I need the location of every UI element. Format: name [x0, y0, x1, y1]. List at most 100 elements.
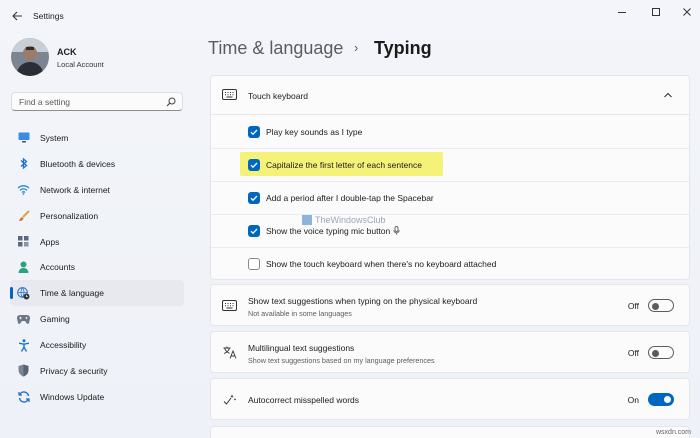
checkmark-icon	[250, 228, 258, 235]
monitor-icon	[17, 131, 30, 144]
keyboard-icon	[222, 89, 237, 100]
checkbox[interactable]	[248, 159, 260, 171]
minimize-button[interactable]	[611, 4, 633, 20]
option-capitalize-first-letter[interactable]: Capitalize the first letter of each sent…	[211, 149, 689, 182]
settings-window: Settings ACK Local Account Find a settin…	[0, 0, 700, 438]
sidebar-item-label: Gaming	[40, 314, 70, 325]
window-title: Settings	[33, 11, 64, 21]
checkmark-icon	[250, 129, 258, 136]
option-label: Show the touch keyboard when there's no …	[266, 259, 497, 269]
profile-name: ACK	[57, 47, 77, 57]
sidebar-item-label: Apps	[40, 236, 60, 247]
toggle-state-label: Off	[627, 301, 639, 311]
option-label: Add a period after I double-tap the Spac…	[266, 193, 434, 203]
checkbox[interactable]	[248, 258, 260, 270]
row-title: Show text suggestions when typing on the…	[248, 296, 478, 306]
checkbox[interactable]	[248, 126, 260, 138]
sidebar-item-time-language[interactable]: Time & language	[10, 280, 184, 307]
breadcrumb-parent[interactable]: Time & language	[208, 38, 343, 59]
page-title: Typing	[374, 38, 432, 58]
close-button[interactable]	[676, 4, 698, 20]
profile-photo-icon	[11, 38, 49, 76]
checkmark-icon	[250, 162, 258, 169]
avatar[interactable]	[11, 38, 49, 76]
spellcheck-icon	[222, 393, 237, 406]
watermark-text: TheWindowsClub	[315, 215, 386, 225]
keyboard-icon	[222, 299, 237, 312]
maximize-button[interactable]	[645, 4, 667, 20]
multilingual-toggle[interactable]	[648, 346, 674, 359]
toggle-knob	[652, 349, 659, 357]
sidebar-item-label: Accessibility	[40, 340, 87, 351]
checkmark-icon	[250, 195, 258, 202]
update-icon	[17, 390, 30, 403]
sidebar-item-label: Network & internet	[40, 184, 110, 195]
active-indicator	[10, 287, 13, 300]
back-button[interactable]	[8, 7, 26, 25]
sidebar-item-label: Bluetooth & devices	[40, 158, 116, 169]
autocorrect-toggle[interactable]	[648, 393, 674, 406]
checkbox[interactable]	[248, 225, 260, 237]
site-watermark: wsxdn.com	[656, 429, 692, 436]
sidebar-item-label: System	[40, 132, 69, 143]
row-subtitle: Not available in some languages	[248, 309, 352, 318]
shield-icon	[17, 364, 30, 377]
sidebar-item-label: Accounts	[40, 262, 75, 273]
sidebar-item-apps[interactable]: Apps	[10, 229, 184, 255]
text-suggestions-row: Show text suggestions when typing on the…	[210, 284, 690, 326]
toggle-state-label: On	[627, 395, 639, 405]
next-setting-card	[210, 426, 690, 438]
sidebar-item-accounts[interactable]: Accounts	[10, 254, 184, 280]
sidebar-item-privacy[interactable]: Privacy & security	[10, 358, 184, 384]
arrow-left-icon	[11, 11, 22, 21]
touch-keyboard-title: Touch keyboard	[248, 91, 309, 101]
sidebar-item-label: Privacy & security	[40, 365, 108, 376]
apps-icon	[17, 235, 30, 248]
option-add-period[interactable]: Add a period after I double-tap the Spac…	[211, 182, 689, 215]
touch-keyboard-header[interactable]: Touch keyboard	[211, 76, 689, 115]
person-icon	[17, 261, 30, 274]
toggle-state-label: Off	[627, 348, 639, 358]
row-subtitle: Show text suggestions based on my langua…	[248, 356, 435, 365]
option-show-touch-keyboard[interactable]: Show the touch keyboard when there's no …	[211, 248, 689, 281]
sidebar-item-network[interactable]: Network & internet	[10, 177, 184, 203]
search-icon	[166, 97, 176, 107]
option-play-key-sounds[interactable]: Play key sounds as I type	[211, 116, 689, 149]
translate-icon	[222, 346, 237, 359]
sidebar-item-accessibility[interactable]: Accessibility	[10, 332, 184, 358]
sidebar-item-label: Windows Update	[40, 391, 105, 402]
text-suggestions-toggle[interactable]	[648, 299, 674, 312]
sidebar-item-gaming[interactable]: Gaming	[10, 306, 184, 332]
brush-icon	[17, 209, 30, 222]
title-bar: Settings	[0, 0, 700, 30]
option-voice-typing-mic[interactable]: Show the voice typing mic button	[211, 215, 689, 248]
search-input[interactable]: Find a setting	[11, 92, 183, 111]
option-label: Capitalize the first letter of each sent…	[266, 160, 422, 170]
sidebar-item-system[interactable]: System	[10, 125, 184, 151]
sidebar-item-windows-update[interactable]: Windows Update	[10, 384, 184, 410]
microphone-icon	[393, 226, 400, 235]
row-title: Multilingual text suggestions	[248, 343, 355, 353]
sidebar-item-bluetooth[interactable]: Bluetooth & devices	[10, 151, 184, 177]
globe-clock-icon	[17, 286, 30, 300]
bluetooth-icon	[17, 157, 30, 170]
sidebar-nav: System Bluetooth & devices Network & int…	[10, 125, 184, 410]
checkbox[interactable]	[248, 192, 260, 204]
close-icon	[683, 8, 691, 16]
wifi-icon	[17, 183, 30, 196]
option-label-text: Show the voice typing mic button	[266, 226, 391, 236]
maximize-icon	[652, 8, 660, 16]
sidebar-item-label: Time & language	[40, 288, 104, 299]
multilingual-suggestions-row: Multilingual text suggestions Show text …	[210, 331, 690, 373]
sidebar-item-personalization[interactable]: Personalization	[10, 203, 184, 229]
row-title: Autocorrect misspelled words	[248, 395, 360, 405]
option-label: Play key sounds as I type	[266, 127, 363, 137]
watermark: TheWindowsClub	[302, 215, 386, 225]
option-label: Show the voice typing mic button	[266, 226, 400, 236]
chevron-up-icon[interactable]	[663, 90, 673, 100]
gamepad-icon	[17, 313, 30, 326]
account-type: Local Account	[57, 60, 104, 69]
touch-keyboard-section: Touch keyboard Play key sounds as I type…	[210, 75, 690, 280]
minimize-icon	[618, 12, 626, 13]
sidebar-item-label: Personalization	[40, 210, 99, 221]
